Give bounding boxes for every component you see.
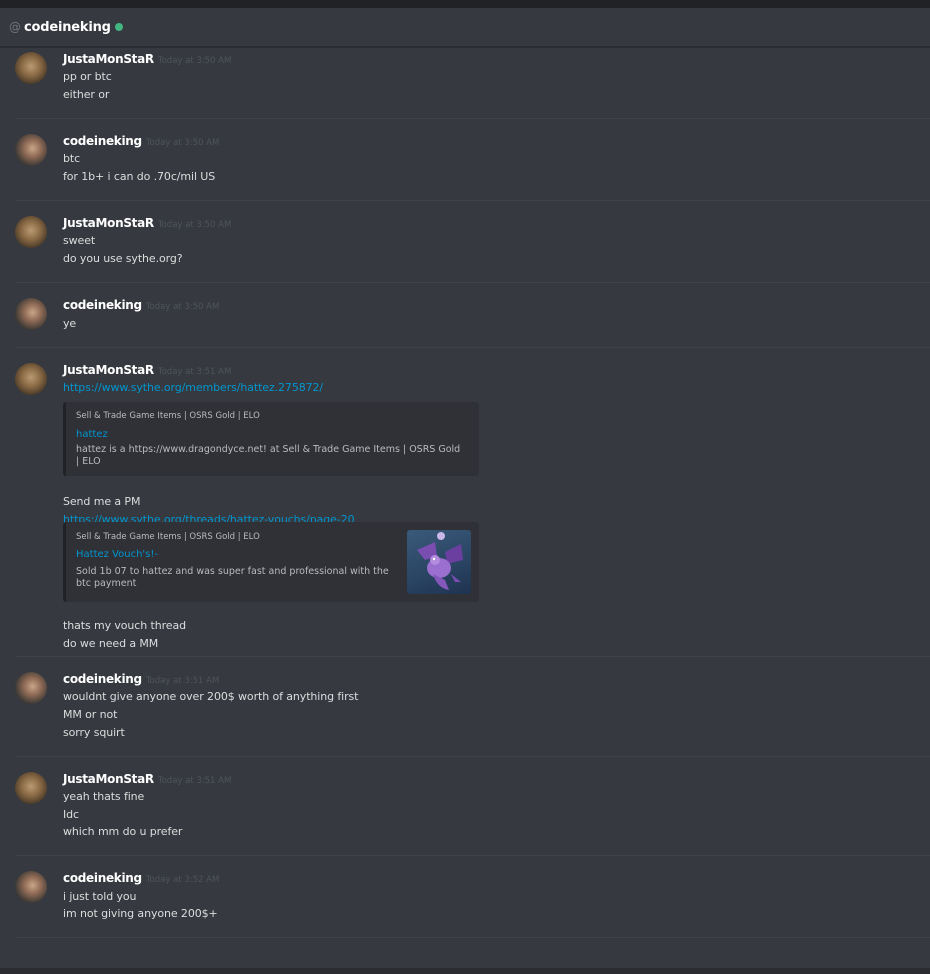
avatar[interactable] (15, 52, 47, 84)
message-text: i just told you (63, 890, 137, 903)
message-text: either or (63, 88, 110, 101)
timestamp: Today at 3:50 AM (145, 138, 220, 148)
link-embed: Sell & Trade Game Items | OSRS Gold | EL… (63, 522, 479, 602)
username[interactable]: JustaMonStaR (63, 772, 154, 786)
message-text: Send me a PM (63, 495, 141, 508)
message-text: for 1b+ i can do .70c/mil US (63, 170, 216, 183)
embed-provider: Sell & Trade Game Items | OSRS Gold | EL… (76, 411, 260, 421)
message-text: yeah thats fine (63, 790, 145, 803)
username[interactable]: codeineking (63, 871, 142, 885)
message-text: sweet (63, 234, 96, 247)
message-header: JustaMonStaR Today at 3:50 AM (63, 52, 231, 66)
message-header: codeineking Today at 3:51 AM (63, 672, 219, 686)
username[interactable]: JustaMonStaR (63, 216, 154, 230)
avatar[interactable] (15, 216, 47, 248)
message-header: codeineking Today at 3:50 AM (63, 298, 219, 312)
message-divider (15, 656, 930, 657)
timestamp: Today at 3:51 AM (157, 776, 232, 786)
message-divider (15, 347, 930, 348)
timestamp: Today at 3:51 AM (157, 367, 232, 377)
timestamp: Today at 3:50 AM (145, 302, 220, 312)
username[interactable]: codeineking (63, 672, 142, 686)
embed-provider: Sell & Trade Game Items | OSRS Gold | EL… (76, 532, 260, 542)
message-text: MM or not (63, 708, 118, 721)
avatar[interactable] (15, 672, 47, 704)
username[interactable]: JustaMonStaR (63, 52, 154, 66)
message-text: thats my vouch thread (63, 619, 186, 632)
message-link[interactable]: https://www.sythe.org/members/hattez.275… (63, 381, 323, 394)
message-text: btc (63, 152, 81, 165)
message-text: Idc (63, 808, 79, 821)
embed-title[interactable]: Hattez Vouch's!- (76, 549, 158, 560)
channel-name[interactable]: codeineking (24, 20, 111, 35)
embed-description: hattez is a https://www.dragondyce.net! … (76, 444, 461, 467)
message-text: pp or btc (63, 70, 112, 83)
message-header: codeineking Today at 3:52 AM (63, 871, 219, 885)
timestamp: Today at 3:51 AM (145, 676, 220, 686)
window-top-bar (0, 0, 930, 8)
timestamp: Today at 3:50 AM (157, 56, 232, 66)
timestamp: Today at 3:52 AM (145, 875, 220, 885)
message-divider (15, 282, 930, 283)
at-icon: @ (9, 20, 21, 34)
message-header: JustaMonStaR Today at 3:51 AM (63, 363, 231, 377)
avatar[interactable] (15, 298, 47, 330)
message-text: do we need a MM (63, 637, 159, 650)
message-divider (15, 855, 930, 856)
online-status-icon (114, 23, 123, 31)
message-header: JustaMonStaR Today at 3:51 AM (63, 772, 231, 786)
embed-description: Sold 1b 07 to hattez and was super fast … (76, 566, 389, 589)
avatar[interactable] (15, 363, 47, 395)
message-divider (15, 118, 930, 119)
message-input-edge (0, 968, 930, 974)
message-header: codeineking Today at 3:50 AM (63, 134, 219, 148)
username[interactable]: codeineking (63, 298, 142, 312)
message-divider (15, 756, 930, 757)
message-text: im not giving anyone 200$+ (63, 907, 218, 920)
avatar[interactable] (15, 871, 47, 903)
username[interactable]: codeineking (63, 134, 142, 148)
timestamp: Today at 3:50 AM (157, 220, 232, 230)
embed-title[interactable]: hattez (76, 429, 108, 440)
message-text: which mm do u prefer (63, 825, 183, 838)
avatar[interactable] (15, 772, 47, 804)
link-embed: Sell & Trade Game Items | OSRS Gold | EL… (63, 402, 479, 476)
channel-header: @ codeineking (0, 8, 930, 47)
message-text: wouldnt give anyone over 200$ worth of a… (63, 690, 359, 703)
avatar[interactable] (15, 134, 47, 166)
embed-thumbnail[interactable] (407, 530, 471, 594)
message-text: sorry squirt (63, 726, 125, 739)
message-text: ye (63, 317, 77, 330)
dragon-image-icon (417, 532, 463, 590)
message-divider (15, 200, 930, 201)
username[interactable]: JustaMonStaR (63, 363, 154, 377)
message-text: do you use sythe.org? (63, 252, 183, 265)
message-divider (15, 937, 930, 938)
message-header: JustaMonStaR Today at 3:50 AM (63, 216, 231, 230)
